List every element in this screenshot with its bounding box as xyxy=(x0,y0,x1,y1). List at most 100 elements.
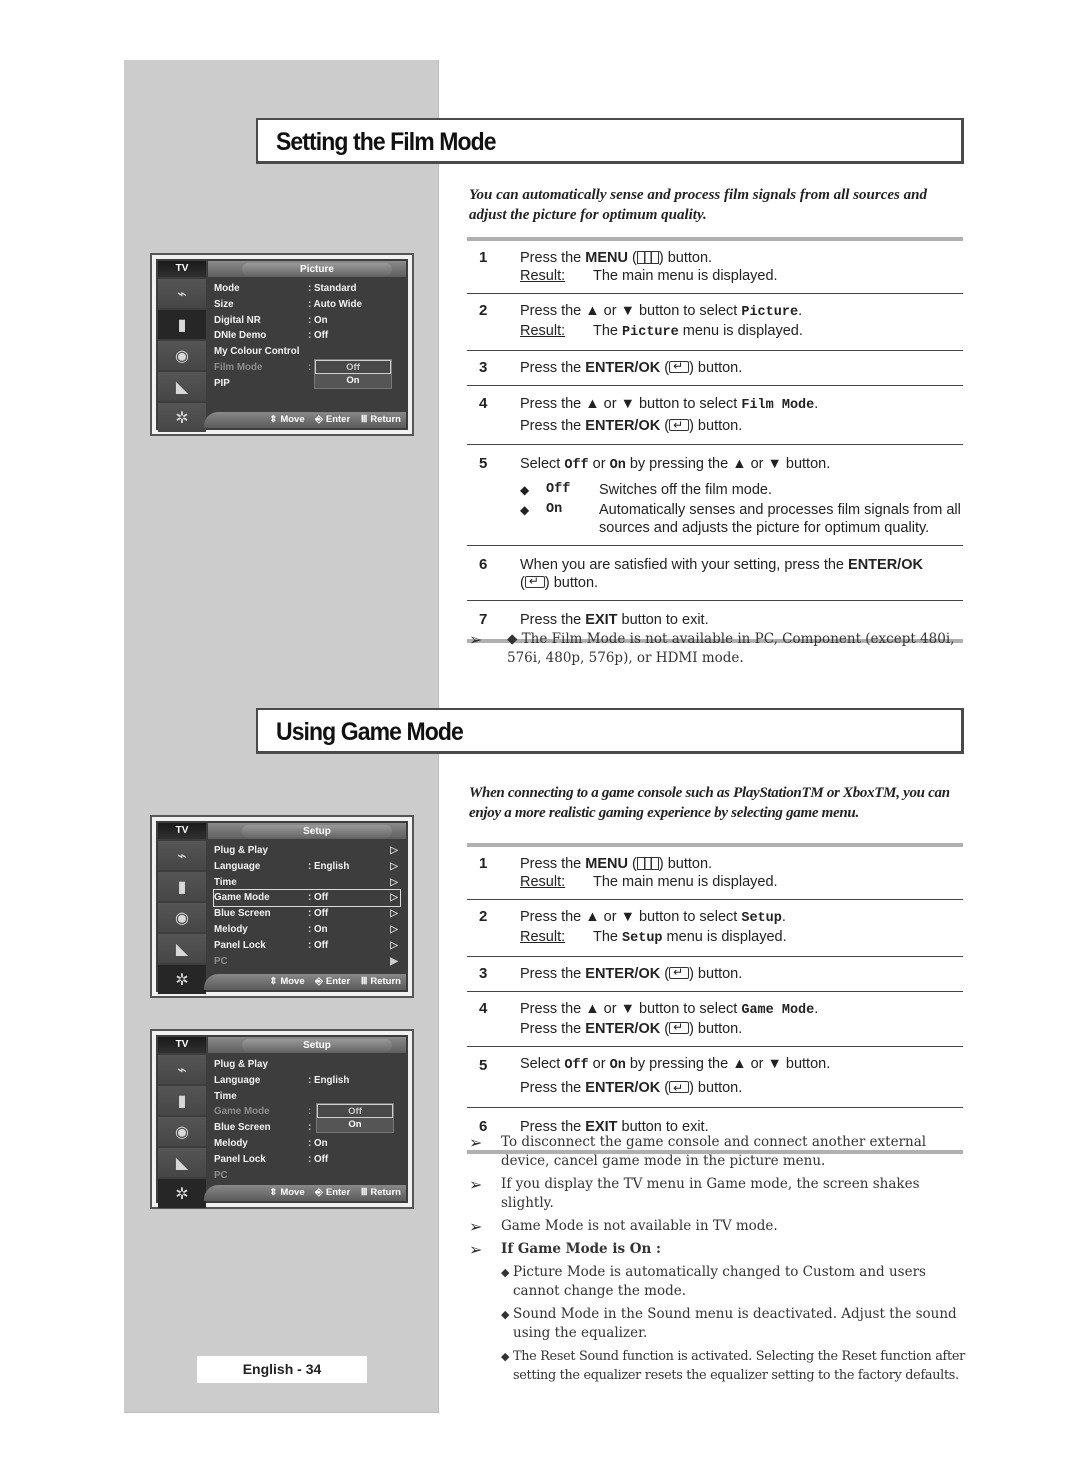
osd-game-mode-dropdown[interactable]: Off On xyxy=(316,1103,394,1133)
section-title-text: Setting the Film Mode xyxy=(276,128,497,156)
dropdown-option-on[interactable]: On xyxy=(317,1118,393,1132)
enter-button-icon xyxy=(669,1077,690,1099)
picture-icon: ▮ xyxy=(158,310,206,339)
input-plug-icon: ⌁ xyxy=(158,279,206,308)
osd-menu-title: Setup xyxy=(242,825,392,838)
osd-row-size[interactable]: Size: Auto Wide xyxy=(214,297,400,313)
move-icon: ⇕ xyxy=(269,414,278,425)
film-mode-notes: ➢ ◆ The Film Mode is not available in PC,… xyxy=(469,630,969,672)
subnote-item: ◆ Sound Mode in the Sound menu is deactiv… xyxy=(501,1306,957,1341)
osd-row-pc[interactable]: PC ▶ xyxy=(214,954,400,970)
dropdown-option-off[interactable]: Off xyxy=(317,1104,393,1118)
osd-menu-title: Setup xyxy=(242,1039,392,1052)
picture-icon: ▮ xyxy=(158,1086,206,1115)
osd-row-mode[interactable]: Mode: Standard xyxy=(214,281,400,297)
option-on: ◆ On Automatically senses and processes fi… xyxy=(520,502,961,536)
osd-menu-title: Picture xyxy=(242,263,392,276)
step-1: 1 Press the MENU () button. Result: The m… xyxy=(467,847,963,900)
enter-icon: ⎆ xyxy=(315,976,323,987)
osd-row-blue-screen[interactable]: Blue Screen: Off ▷ xyxy=(214,906,400,922)
step-4: 4 Press the ▲ or ▼ button to select Game… xyxy=(467,992,963,1047)
page-number-label: English - 34 xyxy=(197,1356,367,1383)
chevron-right-icon: ▷ xyxy=(390,860,398,872)
diamond-bullet-icon: ◆ xyxy=(501,1266,510,1279)
note-arrow-icon: ➢ xyxy=(469,630,483,649)
move-icon: ⇕ xyxy=(269,1187,278,1198)
osd-header: Setup xyxy=(208,1037,406,1053)
sound-icon: ◉ xyxy=(158,903,206,932)
osd-row-panel-lock[interactable]: Panel Lock: Off xyxy=(214,1152,400,1168)
osd-icon-column: ⌁ ▮ ◉ ◣ ✲ xyxy=(158,279,206,434)
film-mode-intro: You can automatically sense and process … xyxy=(469,187,927,223)
film-mode-steps: 1 Press the MENU () button. Result: The m… xyxy=(467,237,963,643)
input-plug-icon: ⌁ xyxy=(158,1055,206,1084)
chevron-right-icon: ▷ xyxy=(390,845,398,856)
dropdown-option-off[interactable]: Off xyxy=(315,360,391,374)
osd-row-pc[interactable]: PC xyxy=(214,1168,400,1184)
osd-icon-column: ⌁ ▮ ◉ ◣ ✲ xyxy=(158,1055,206,1210)
step-4: 4 Press the ▲ or ▼ button to select Film… xyxy=(467,386,963,445)
enter-button-icon xyxy=(669,415,690,435)
osd-footer: ⇕ Move ⎆ Enter Ⅲ Return xyxy=(204,974,406,990)
osd-row-plug-play[interactable]: Plug & Play xyxy=(214,1057,400,1073)
setup-icon: ✲ xyxy=(158,403,206,432)
note-item: ➢ If you display the TV menu in Game mode… xyxy=(469,1175,920,1211)
osd-setup-menu-game-dropdown: TV Setup ⌁ ▮ ◉ ◣ ✲ Plug & Play Language:… xyxy=(150,1029,414,1209)
section-title-text: Using Game Mode xyxy=(276,718,464,746)
picture-icon: ▮ xyxy=(158,872,206,901)
note-item: ➢ ◆ The Film Mode is not available in PC,… xyxy=(469,630,955,666)
osd-row-language[interactable]: Language: English ▷ xyxy=(214,859,400,875)
osd-tv-label: TV xyxy=(158,1037,206,1053)
sound-icon: ◉ xyxy=(158,341,206,370)
osd-row-language[interactable]: Language: English xyxy=(214,1073,400,1089)
osd-row-melody[interactable]: Melody: On ▷ xyxy=(214,922,400,938)
dropdown-option-on[interactable]: On xyxy=(315,374,391,388)
note-item: ➢ Game Mode is not available in TV mode. xyxy=(469,1217,778,1236)
enter-icon: ⎆ xyxy=(315,1187,323,1198)
enter-button-icon xyxy=(669,963,690,981)
channel-icon: ◣ xyxy=(158,372,206,401)
osd-row-plug-play[interactable]: Plug & Play ▷ xyxy=(214,843,400,859)
menu-icon: Ⅲ xyxy=(360,1187,368,1198)
osd-row-melody[interactable]: Melody: On xyxy=(214,1136,400,1152)
osd-row-panel-lock[interactable]: Panel Lock: Off ▷ xyxy=(214,938,400,954)
menu-button-icon xyxy=(636,251,659,264)
osd-setup-menu: TV Setup ⌁ ▮ ◉ ◣ ✲ Plug & Play ▷ Language… xyxy=(150,815,414,998)
subnote-item: ◆ The Reset Sound function is activated. … xyxy=(501,1349,965,1383)
osd-footer: ⇕ Move ⎆ Enter Ⅲ Return xyxy=(204,1185,406,1201)
chevron-right-icon: ▷ xyxy=(390,892,398,904)
osd-row-game-mode[interactable]: Game Mode: Off ▷ xyxy=(213,889,401,908)
option-off: ◆ Off Switches off the film mode. xyxy=(520,482,773,498)
subnote-item: ◆ Picture Mode is automatically changed t… xyxy=(501,1264,926,1299)
chevron-right-icon: ▷ xyxy=(390,908,398,920)
enter-icon: ⎆ xyxy=(315,414,323,425)
osd-tv-label: TV xyxy=(158,261,206,277)
step-1: 1 Press the MENU () button. Result: The m… xyxy=(467,241,963,294)
osd-row-dnie-demo[interactable]: DNIe Demo: Off xyxy=(214,328,400,344)
menu-icon: Ⅲ xyxy=(360,414,368,425)
step-3: 3 Press the ENTER/OK () button. xyxy=(467,351,963,386)
game-mode-notes: ➢ To disconnect the game console and conn… xyxy=(469,1133,969,1389)
diamond-bullet-icon: ◆ xyxy=(520,503,530,517)
osd-row-time[interactable]: Time ▷ xyxy=(214,875,400,891)
setup-icon: ✲ xyxy=(158,1179,206,1208)
osd-row-digital-nr[interactable]: Digital NR: On xyxy=(214,313,400,329)
chevron-right-icon: ▶ xyxy=(390,955,398,967)
channel-icon: ◣ xyxy=(158,934,206,963)
osd-tv-label: TV xyxy=(158,823,206,839)
osd-header: Picture xyxy=(208,261,406,277)
step-6: 6 When you are satisfied with your setti… xyxy=(467,546,963,601)
game-mode-intro: When connecting to a game console such a… xyxy=(469,785,950,821)
enter-button-icon xyxy=(669,357,690,375)
enter-button-icon xyxy=(669,1018,690,1036)
channel-icon: ◣ xyxy=(158,1148,206,1177)
chevron-right-icon: ▷ xyxy=(390,923,398,935)
osd-row-my-colour-control[interactable]: My Colour Control xyxy=(214,344,400,360)
sound-icon: ◉ xyxy=(158,1117,206,1146)
note-arrow-icon: ➢ xyxy=(469,1240,483,1259)
menu-icon: Ⅲ xyxy=(360,976,368,987)
osd-picture-menu: TV Picture ⌁ ▮ ◉ ◣ ✲ Mode: Standard Size… xyxy=(150,253,414,436)
step-5: 5 Select Off or On by pressing the ▲ or … xyxy=(467,445,963,546)
chevron-right-icon: ▷ xyxy=(390,876,398,888)
osd-film-mode-dropdown[interactable]: Off On xyxy=(314,359,392,389)
